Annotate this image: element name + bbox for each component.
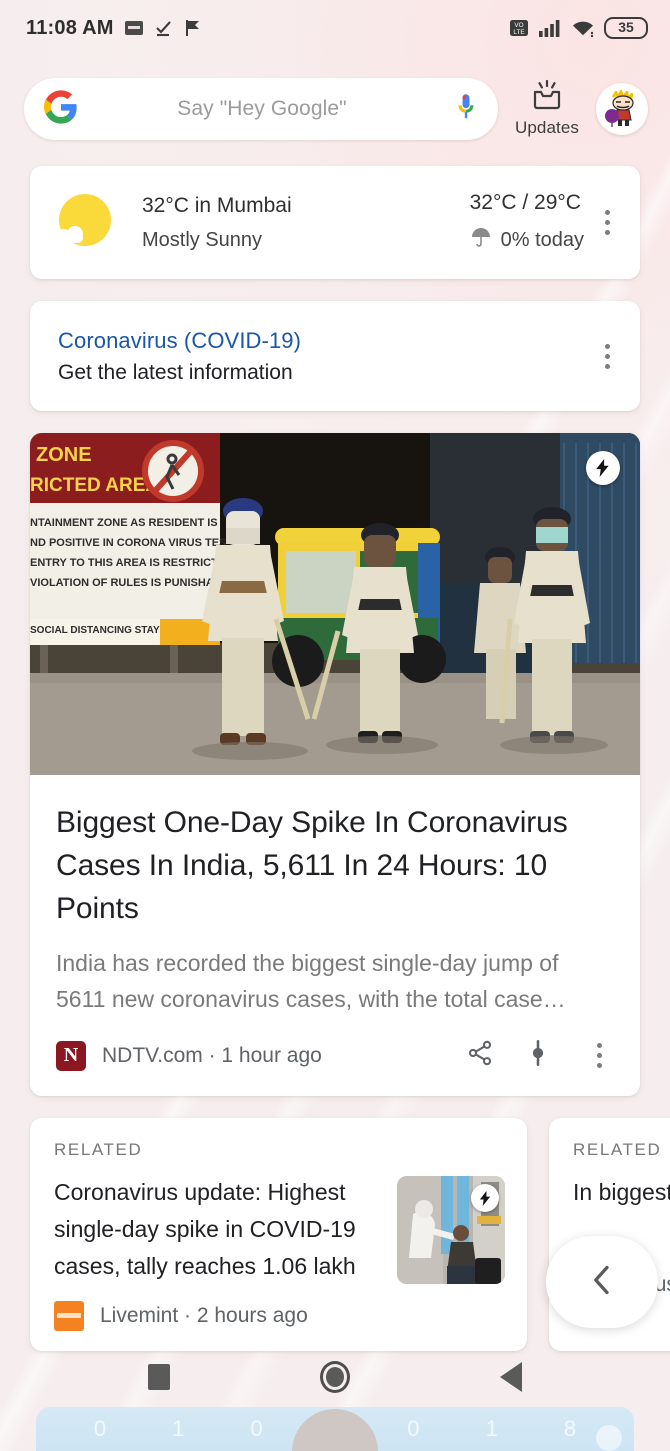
weather-overflow-menu-icon[interactable] [590, 210, 624, 235]
weather-precip-label: 0% today [500, 228, 584, 251]
hero-photo: ZONE RICTED AREA NTAINMENT ZONE AS RESID… [30, 433, 640, 775]
recents-square-icon[interactable] [148, 1364, 170, 1390]
related-headline[interactable]: In biggest [573, 1174, 670, 1211]
umbrella-icon [470, 226, 492, 254]
search-row: Say "Hey Google" Updates [0, 78, 670, 140]
status-bar-right: VO LTE 35 [509, 17, 648, 39]
google-g-icon [44, 89, 78, 129]
inbox-updates-icon [529, 79, 565, 117]
peek-app-fab-icon[interactable] [596, 1425, 622, 1451]
status-bar-clock: 11:08 AM [26, 16, 114, 39]
amp-lightning-icon [471, 1184, 499, 1212]
feed: 32°C in Mumbai Mostly Sunny 32°C / 29°C … [0, 166, 670, 1351]
svg-text:ENTRY TO THIS AREA IS RESTRICT: ENTRY TO THIS AREA IS RESTRICTED [30, 557, 233, 569]
status-bar: 11:08 AM VO LTE 35 [0, 0, 670, 56]
svg-text:VIOLATION OF RULES IS PUNISHAB: VIOLATION OF RULES IS PUNISHABLE [30, 577, 236, 589]
svg-text:ND POSITIVE IN CORONA VIRUS TE: ND POSITIVE IN CORONA VIRUS TEST [30, 537, 233, 549]
covid-subtitle: Get the latest information [58, 360, 293, 384]
article-body: Biggest One-Day Spike In Coronavirus Cas… [30, 775, 640, 1017]
weather-high-low: 32°C / 29°C [469, 191, 581, 214]
related-inner: In biggest [573, 1174, 670, 1211]
weather-right: 32°C / 29°C 0% today [470, 191, 590, 254]
peeking-app-card[interactable]: 0 1 0 2 0 1 8 [36, 1407, 634, 1451]
back-gesture-pill[interactable] [546, 1236, 658, 1328]
article-actions [466, 1039, 620, 1072]
zomato-notification-icon [124, 18, 144, 38]
battery-indicator: 35 [604, 17, 648, 39]
user-avatar-cartoon [599, 86, 645, 132]
home-circle-icon[interactable] [320, 1361, 350, 1393]
related-kicker: RELATED [54, 1140, 143, 1159]
svg-text:NTAINMENT ZONE AS RESIDENT IS: NTAINMENT ZONE AS RESIDENT IS [30, 517, 218, 529]
covid-overflow-menu-icon[interactable] [590, 343, 624, 369]
status-bar-left: 11:08 AM [26, 17, 203, 40]
avatar[interactable] [596, 83, 648, 135]
google-search-bar[interactable]: Say "Hey Google" [24, 78, 498, 140]
microphone-icon[interactable] [452, 92, 480, 127]
updates-button[interactable]: Updates [510, 79, 584, 138]
article-title[interactable]: Biggest One-Day Spike In Coronavirus Cas… [56, 801, 614, 930]
task-check-icon [154, 18, 174, 38]
livemint-logo-icon [54, 1301, 84, 1331]
covid-title-link[interactable]: Coronavirus (COVID-19) [58, 328, 301, 354]
weather-precip: 0% today [470, 226, 584, 254]
updates-label: Updates [514, 118, 580, 137]
svg-text:LTE: LTE [513, 29, 524, 36]
related-carousel[interactable]: RELATED Coronavirus update: Highest sing… [30, 1118, 670, 1351]
weather-card[interactable]: 32°C in Mumbai Mostly Sunny 32°C / 29°C … [30, 166, 640, 279]
related-card[interactable]: RELATED Coronavirus update: Highest sing… [30, 1118, 527, 1351]
amp-lightning-icon [586, 451, 620, 485]
volte-icon: VO LTE [509, 18, 529, 38]
covid-card[interactable]: Coronavirus (COVID-19) Get the latest in… [30, 301, 640, 411]
article-snippet: India has recorded the biggest single-da… [56, 950, 566, 1012]
tune-slider-icon[interactable] [524, 1039, 552, 1072]
weather-condition: Mostly Sunny [142, 228, 263, 251]
related-thumbnail[interactable] [397, 1176, 505, 1284]
mostly-sunny-icon [54, 192, 116, 254]
related-kicker: RELATED [573, 1140, 662, 1159]
article-hero-image[interactable]: ZONE RICTED AREA NTAINMENT ZONE AS RESID… [30, 433, 640, 775]
share-icon[interactable] [466, 1039, 494, 1072]
signal-bars-icon [538, 18, 562, 38]
chevron-left-icon [587, 1261, 617, 1304]
svg-text:VO: VO [514, 22, 523, 29]
ndtv-logo-icon: N [56, 1040, 86, 1071]
back-triangle-icon[interactable] [500, 1362, 522, 1392]
covid-text: Coronavirus (COVID-19) Get the latest in… [58, 328, 301, 385]
article-overflow-menu-icon[interactable] [582, 1043, 616, 1068]
svg-text:ZONE: ZONE [36, 444, 92, 466]
article-meta-row: N NDTV.com · 1 hour ago [30, 1017, 640, 1096]
svg-text:RICTED AREA: RICTED AREA [30, 475, 159, 496]
related-inner: Coronavirus update: Highest single-day s… [54, 1174, 505, 1285]
weather-temp-city: 32°C in Mumbai [142, 193, 292, 217]
weather-main: 32°C in Mumbai Mostly Sunny [142, 194, 292, 252]
search-input[interactable]: Say "Hey Google" [78, 97, 452, 121]
related-source-meta: Livemint · 2 hours ago [100, 1304, 308, 1327]
navigation-bar [0, 1351, 670, 1403]
wifi-icon [571, 18, 595, 38]
article-card[interactable]: ZONE RICTED AREA NTAINMENT ZONE AS RESID… [30, 433, 640, 1096]
article-source-meta: NDTV.com · 1 hour ago [102, 1043, 322, 1067]
related-headline[interactable]: Coronavirus update: Highest single-day s… [54, 1174, 379, 1285]
related-meta: Livemint · 2 hours ago [54, 1301, 505, 1331]
flag-check-icon [184, 18, 203, 38]
